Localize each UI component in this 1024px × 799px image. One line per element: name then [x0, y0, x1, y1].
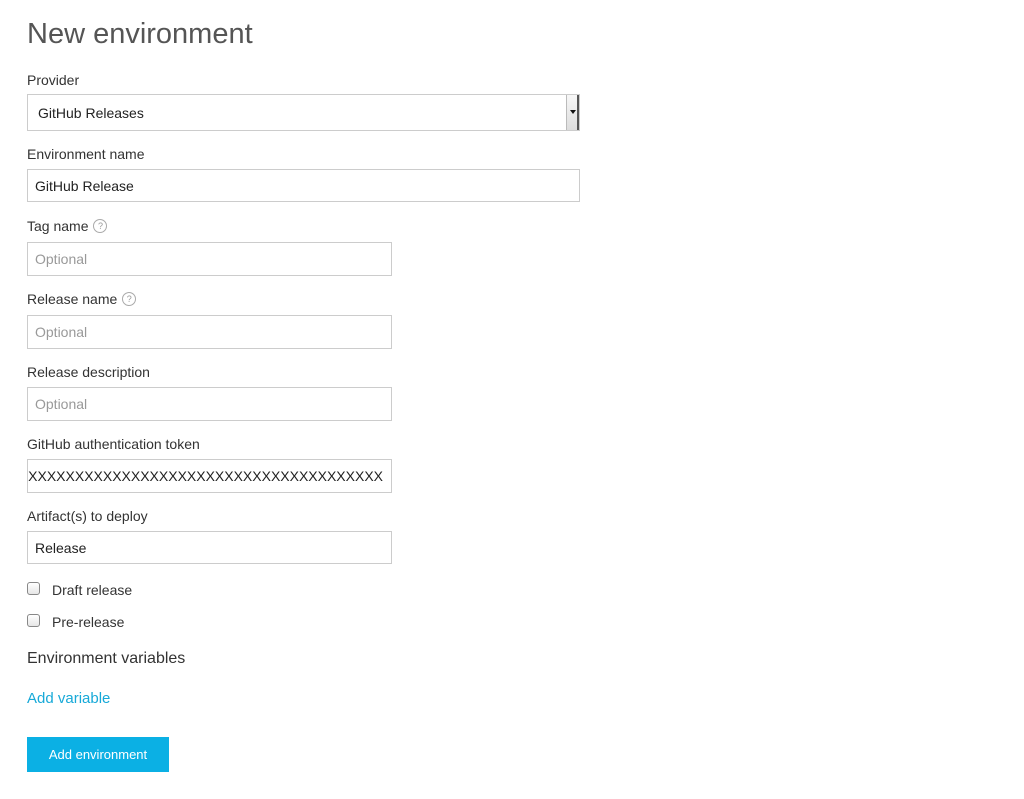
pre-release-checkbox[interactable] [27, 613, 40, 627]
draft-release-checkbox[interactable] [27, 581, 40, 595]
tag-name-label: Tag name [27, 218, 89, 234]
add-environment-button[interactable]: Add environment [27, 737, 169, 772]
add-variable-link[interactable]: Add variable [27, 690, 110, 707]
environment-variables-heading: Environment variables [27, 650, 186, 667]
release-name-label-row: Release name? [27, 290, 137, 308]
release-name-label: Release name [27, 291, 118, 307]
artifacts-input[interactable]: Release [27, 531, 392, 564]
page-title: New environment [27, 18, 253, 50]
help-icon[interactable]: ? [93, 219, 108, 234]
release-description-label: Release description [27, 364, 150, 380]
provider-label: Provider [27, 72, 80, 88]
pre-release-label[interactable]: Pre-release [52, 614, 124, 630]
provider-select[interactable]: GitHub Releases [27, 94, 580, 131]
release-description-input[interactable]: Optional [27, 387, 392, 421]
pre-release-row[interactable]: Pre-release [27, 613, 124, 630]
environment-name-label: Environment name [27, 146, 145, 162]
draft-release-row[interactable]: Draft release [27, 581, 132, 598]
auth-token-input[interactable]: XXXXXXXXXXXXXXXXXXXXXXXXXXXXXXXXXXXXXXXX [27, 459, 392, 493]
environment-name-input[interactable]: GitHub Release [27, 169, 580, 202]
artifacts-label: Artifact(s) to deploy [27, 508, 148, 524]
release-name-input[interactable]: Optional [27, 315, 392, 349]
auth-token-value: XXXXXXXXXXXXXXXXXXXXXXXXXXXXXXXXXXXXXXXX [27, 468, 383, 484]
new-environment-page: New environment Provider GitHub Releases… [0, 0, 1024, 799]
chevron-down-icon[interactable] [566, 95, 579, 130]
tag-name-label-row: Tag name? [27, 217, 108, 235]
draft-release-label[interactable]: Draft release [52, 582, 132, 598]
provider-selected-value: GitHub Releases [38, 104, 144, 121]
auth-token-label: GitHub authentication token [27, 436, 200, 452]
tag-name-input[interactable]: Optional [27, 242, 392, 276]
help-icon[interactable]: ? [122, 292, 137, 307]
